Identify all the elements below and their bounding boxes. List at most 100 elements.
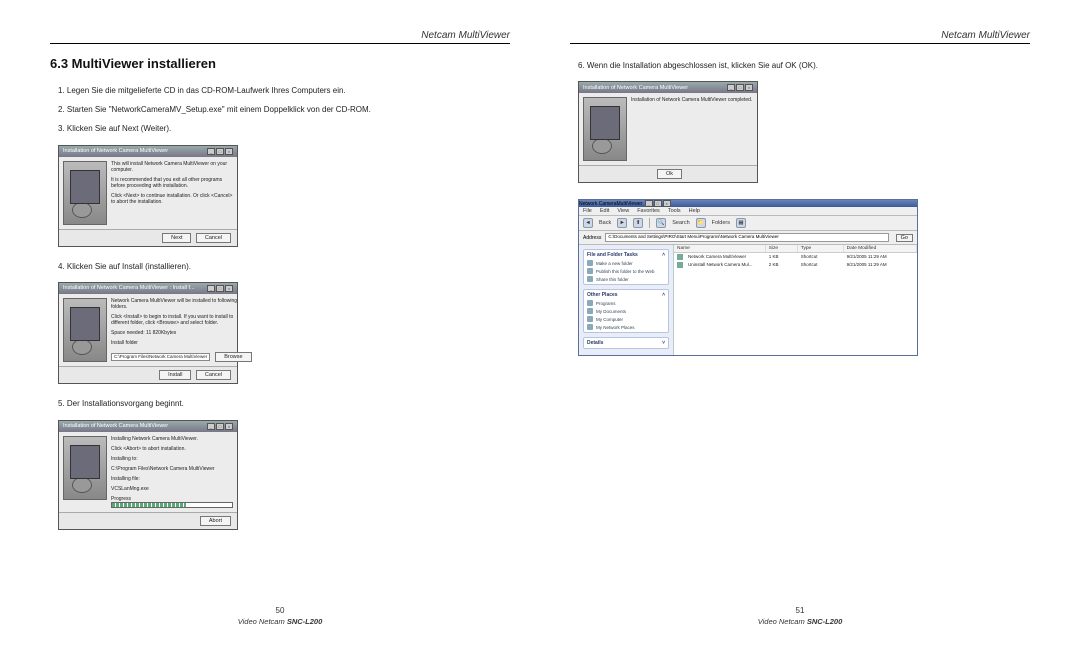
dialog1-window-controls: _□× (206, 148, 233, 155)
go-button[interactable]: Go (896, 234, 913, 242)
chevron-down-icon[interactable]: ˅ (662, 340, 665, 346)
col-modified[interactable]: Date Modified (844, 245, 917, 252)
menu-favorites[interactable]: Favorites (637, 208, 660, 214)
explorer-window: Network CameraMultiViewer _□× File Edit … (578, 199, 918, 356)
folders-label[interactable]: Folders (712, 220, 730, 226)
shortcut-icon (677, 254, 683, 260)
page-number-left: 50 (50, 606, 510, 615)
close-icon[interactable]: × (745, 84, 753, 91)
minimize-icon[interactable]: _ (207, 148, 215, 155)
step-6: 6. Wenn die Installation abgeschlossen i… (578, 60, 1030, 71)
explorer-window-controls: _□× (644, 201, 671, 207)
step-5: 5. Der Installationsvorgang beginnt. (58, 398, 510, 409)
header-right: Netcam MultiViewer (570, 30, 1030, 44)
install-dialog-step2: Installation of Network Camera MultiView… (58, 282, 238, 385)
dialog4-window-controls: _□× (726, 84, 753, 91)
close-icon[interactable]: × (225, 423, 233, 430)
task-item[interactable]: My Computer (587, 316, 665, 322)
section-title: 6.3 MultiViewer installieren (50, 56, 510, 71)
folders-icon[interactable]: 📁 (696, 218, 706, 228)
install-dialog-step1: Installation of Network Camera MultiView… (58, 145, 238, 247)
menu-tools[interactable]: Tools (668, 208, 681, 214)
cancel-button[interactable]: Cancel (196, 370, 231, 380)
install-button[interactable]: Install (159, 370, 191, 380)
installer-art-icon (63, 298, 107, 362)
task-item[interactable]: My Network Places (587, 324, 665, 330)
col-size[interactable]: Size (766, 245, 798, 252)
folder-icon (587, 308, 593, 314)
install-folder-label: Install folder (111, 340, 252, 346)
model-line-right: Video Netcam SNC-L200 (570, 617, 1030, 626)
dialog3-titlebar: Installation of Network Camera MultiView… (59, 421, 237, 432)
step-2: 2. Starten Sie "NetworkCameraMV_Setup.ex… (58, 104, 510, 115)
minimize-icon[interactable]: _ (207, 285, 215, 292)
ok-button[interactable]: Ok (657, 169, 682, 179)
menu-help[interactable]: Help (689, 208, 700, 214)
task-item[interactable]: Programs (587, 300, 665, 306)
folder-icon (587, 300, 593, 306)
install-folder-path[interactable]: C:\Program Files\Network Camera MultiVie… (111, 353, 210, 361)
col-name[interactable]: Name (674, 245, 766, 252)
step-3: 3. Klicken Sie auf Next (Weiter). (58, 123, 510, 134)
dialog3-window-controls: _□× (206, 423, 233, 430)
forward-icon[interactable]: ► (617, 218, 627, 228)
explorer-task-pane: File and Folder Tasks˄ Make a new folder… (579, 245, 674, 355)
task-item[interactable]: Publish this folder to the Web (587, 268, 665, 274)
close-icon[interactable]: × (225, 148, 233, 155)
abort-button[interactable]: Abort (200, 516, 231, 526)
menu-view[interactable]: View (617, 208, 629, 214)
step-4: 4. Klicken Sie auf Install (installieren… (58, 261, 510, 272)
installer-art-icon (63, 161, 107, 225)
minimize-icon[interactable]: _ (645, 200, 653, 207)
views-icon[interactable]: ▦ (736, 218, 746, 228)
maximize-icon[interactable]: □ (654, 200, 662, 207)
maximize-icon[interactable]: □ (216, 423, 224, 430)
close-icon[interactable]: × (663, 200, 671, 207)
page-right: Netcam MultiViewer 6. Wenn die Installat… (570, 30, 1030, 626)
dialog3-title: Installation of Network Camera MultiView… (63, 423, 168, 429)
explorer-addressbar: Address C:\Documents and Settings\PIRO\S… (579, 231, 917, 245)
installer-art-icon (583, 97, 627, 161)
task-item[interactable]: Make a new folder (587, 260, 665, 266)
dialog2-window-controls: _□× (206, 285, 233, 292)
menu-edit[interactable]: Edit (600, 208, 609, 214)
chevron-up-icon[interactable]: ˄ (662, 252, 665, 258)
minimize-icon[interactable]: _ (727, 84, 735, 91)
cancel-button[interactable]: Cancel (196, 233, 231, 243)
maximize-icon[interactable]: □ (736, 84, 744, 91)
shortcut-icon (677, 262, 683, 268)
minimize-icon[interactable]: _ (207, 423, 215, 430)
progress-fill (112, 503, 186, 507)
next-button[interactable]: Next (162, 233, 191, 243)
close-icon[interactable]: × (225, 285, 233, 292)
task-item[interactable]: My Documents (587, 308, 665, 314)
new-folder-icon (587, 260, 593, 266)
chevron-up-icon[interactable]: ˄ (662, 292, 665, 298)
dialog1-title: Installation of Network Camera MultiView… (63, 148, 168, 154)
maximize-icon[interactable]: □ (216, 148, 224, 155)
share-icon (587, 276, 593, 282)
file-row[interactable]: Uninstall Network Camera Mul... 2 KB Sho… (674, 261, 917, 269)
back-icon[interactable]: ◄ (583, 218, 593, 228)
file-row[interactable]: Network Camera MultiViewer 1 KB Shortcut… (674, 253, 917, 261)
install-dialog-step4: Installation of Network Camera MultiView… (578, 81, 758, 183)
maximize-icon[interactable]: □ (216, 285, 224, 292)
dialog4-titlebar: Installation of Network Camera MultiView… (579, 82, 757, 93)
dialog1-text: This will install Network Camera MultiVi… (111, 161, 233, 225)
installer-art-icon (63, 436, 107, 500)
address-input[interactable]: C:\Documents and Settings\PIRO\Start Men… (605, 233, 888, 242)
back-label[interactable]: Back (599, 220, 611, 226)
menu-file[interactable]: File (583, 208, 592, 214)
task-group-file-folder: File and Folder Tasks˄ Make a new folder… (583, 249, 669, 285)
task-item[interactable]: Share this folder (587, 276, 665, 282)
search-icon[interactable]: 🔍 (656, 218, 666, 228)
network-icon (587, 324, 593, 330)
search-label[interactable]: Search (672, 220, 689, 226)
model-line-left: Video Netcam SNC-L200 (50, 617, 510, 626)
up-icon[interactable]: ⬆ (633, 218, 643, 228)
browse-button[interactable]: Browse (215, 352, 251, 363)
install-dialog-step3: Installation of Network Camera MultiView… (58, 420, 238, 530)
col-type[interactable]: Type (798, 245, 844, 252)
dialog2-titlebar: Installation of Network Camera MultiView… (59, 283, 237, 294)
footer-left: 50 Video Netcam SNC-L200 (50, 606, 510, 626)
